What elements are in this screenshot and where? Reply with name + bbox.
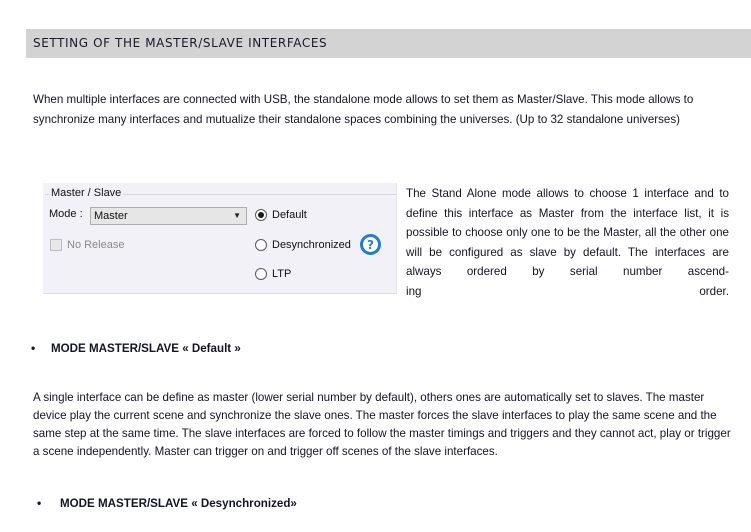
radio-button[interactable]	[255, 268, 267, 280]
section-title: SETTING OF THE MASTER/SLAVE INTERFACES	[33, 36, 328, 50]
bullet-heading: MODE MASTER/SLAVE « Desynchronized»	[60, 497, 297, 510]
no-release-checkbox[interactable]	[50, 239, 62, 251]
intro-paragraph: When multiple interfaces are connected w…	[33, 93, 694, 126]
question-mark-icon: ?	[363, 237, 378, 252]
master-slave-panel: Master / Slave Mode : Master ▼ No Releas…	[43, 183, 397, 294]
mode-select[interactable]: Master ▼	[90, 207, 247, 225]
no-release-label: No Release	[67, 239, 125, 251]
radio-label: Desynchronized	[272, 239, 351, 251]
chevron-down-icon: ▼	[233, 211, 241, 220]
mode-label: Mode :	[49, 208, 83, 220]
radio-button-checked[interactable]	[255, 209, 267, 221]
help-icon[interactable]: ?	[360, 234, 381, 255]
mode-select-value: Master	[94, 210, 128, 222]
bullet-icon: •	[37, 496, 42, 510]
bullet-icon: •	[31, 341, 36, 355]
side-paragraph: The Stand Alone mode allows to choose 1 …	[406, 184, 729, 301]
bullet-heading: MODE MASTER/SLAVE « Default »	[51, 342, 241, 355]
side-paragraph-text: The Stand Alone mode allows to choose 1 …	[406, 187, 729, 278]
side-paragraph-last-line: ing order.	[406, 284, 729, 298]
default-mode-description: A single interface can be define as mast…	[33, 391, 731, 458]
section-header: SETTING OF THE MASTER/SLAVE INTERFACES	[26, 29, 751, 58]
radio-label: Default	[272, 209, 307, 221]
radio-label: LTP	[272, 268, 292, 280]
radio-button[interactable]	[255, 239, 267, 251]
group-title: Master / Slave	[49, 187, 124, 199]
